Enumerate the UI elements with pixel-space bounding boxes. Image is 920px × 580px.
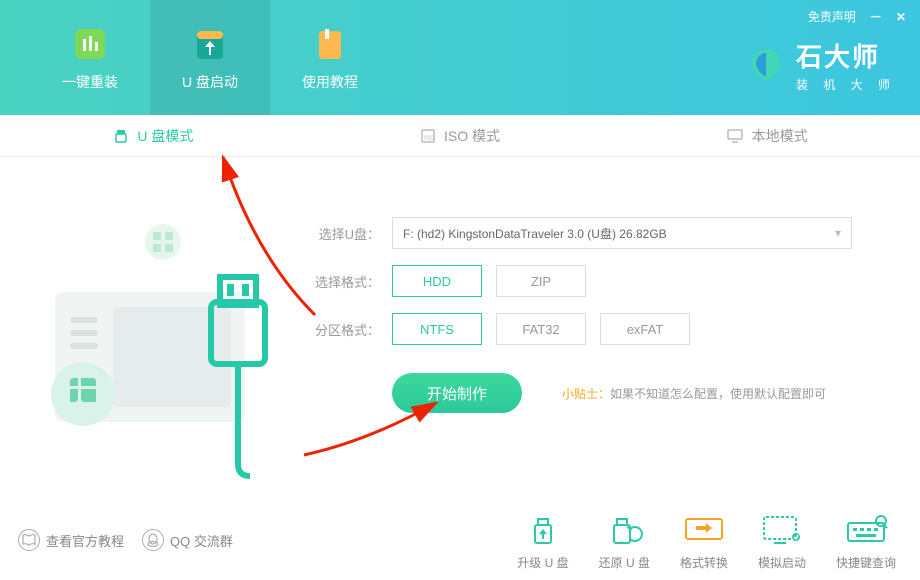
nav-label: U 盘启动: [182, 72, 238, 92]
format-option-hdd[interactable]: HDD: [392, 265, 482, 297]
mode-label: U 盘模式: [137, 126, 193, 146]
simulate-icon: [760, 510, 804, 548]
format-label: 选择格式：: [310, 272, 380, 291]
official-tutorial-link[interactable]: 查看官方教程: [18, 529, 124, 551]
minimize-button[interactable]: －: [870, 8, 882, 25]
mode-tab-usb[interactable]: U 盘模式: [0, 115, 307, 156]
logo-subtitle: 装 机 大 师: [796, 76, 896, 93]
nav-label: 一键重装: [62, 72, 118, 92]
nav-tab-usb-boot[interactable]: U 盘启动: [150, 0, 270, 115]
partition-option-fat32[interactable]: FAT32: [496, 313, 586, 345]
nav-tabs: 一键重装 U 盘启动 使用教程: [0, 0, 390, 115]
nav-label: 使用教程: [302, 72, 358, 92]
logo-title: 石大师: [796, 37, 896, 74]
tool-label: 还原 U 盘: [599, 554, 650, 571]
tool-upgrade-usb[interactable]: 升级 U 盘: [517, 510, 568, 571]
usb-illustration: [15, 182, 300, 482]
partition-label: 分区格式：: [310, 320, 380, 339]
convert-icon: [682, 510, 726, 548]
tool-label: 格式转换: [680, 554, 728, 571]
usb-boot-icon: [190, 24, 230, 64]
window-controls: 免责声明 － ✕: [808, 8, 906, 25]
tutorial-icon: [310, 24, 350, 64]
body-area: 选择U盘： F: (hd2) KingstonDataTraveler 3.0 …: [0, 157, 920, 517]
usb-icon: [113, 128, 129, 144]
disclaimer-link[interactable]: 免责声明: [808, 8, 856, 25]
tool-label: 模拟启动: [758, 554, 806, 571]
tip-label: 小贴士：: [562, 387, 610, 401]
form-area: 选择U盘： F: (hd2) KingstonDataTraveler 3.0 …: [310, 217, 852, 413]
footer: 查看官方教程 QQ 交流群 升级 U 盘 还原 U 盘 格式转换: [0, 500, 920, 580]
reinstall-icon: [70, 24, 110, 64]
svg-text:ISO: ISO: [424, 136, 435, 142]
restore-icon: [602, 510, 646, 548]
tip-text: 小贴士：如果不知道怎么配置，使用默认配置即可: [562, 385, 826, 402]
logo-icon: [746, 45, 786, 85]
qq-icon: [142, 529, 164, 551]
qq-group-link[interactable]: QQ 交流群: [142, 529, 233, 551]
mode-tab-local[interactable]: 本地模式: [613, 115, 920, 156]
disk-label: 选择U盘：: [310, 224, 380, 243]
keyboard-icon: [844, 510, 888, 548]
partition-option-ntfs[interactable]: NTFS: [392, 313, 482, 345]
link-label: QQ 交流群: [170, 531, 233, 550]
book-icon: [18, 529, 40, 551]
logo: 石大师 装 机 大 师: [746, 37, 896, 93]
start-create-button[interactable]: 开始制作: [392, 373, 522, 413]
link-label: 查看官方教程: [46, 531, 124, 550]
tool-label: 升级 U 盘: [517, 554, 568, 571]
format-option-zip[interactable]: ZIP: [496, 265, 586, 297]
header-bar: 一键重装 U 盘启动 使用教程 免责声明 － ✕ 石大师 装 机 大 师: [0, 0, 920, 115]
tool-label: 快捷键查询: [836, 554, 896, 571]
partition-option-exfat[interactable]: exFAT: [600, 313, 690, 345]
tool-simulate-boot[interactable]: 模拟启动: [758, 510, 806, 571]
mode-tab-iso[interactable]: ISO ISO 模式: [307, 115, 614, 156]
tool-hotkey-query[interactable]: 快捷键查询: [836, 510, 896, 571]
chevron-down-icon: ▾: [835, 226, 841, 240]
nav-tab-tutorial[interactable]: 使用教程: [270, 0, 390, 115]
monitor-icon: [726, 128, 744, 144]
iso-icon: ISO: [420, 128, 436, 144]
nav-tab-reinstall[interactable]: 一键重装: [30, 0, 150, 115]
disk-select[interactable]: F: (hd2) KingstonDataTraveler 3.0 (U盘) 2…: [392, 217, 852, 249]
mode-label: ISO 模式: [444, 126, 500, 146]
upgrade-icon: [521, 510, 565, 548]
tool-restore-usb[interactable]: 还原 U 盘: [599, 510, 650, 571]
disk-value: F: (hd2) KingstonDataTraveler 3.0 (U盘) 2…: [403, 225, 667, 242]
mode-label: 本地模式: [752, 126, 808, 146]
close-button[interactable]: ✕: [896, 10, 906, 24]
mode-tabs: U 盘模式 ISO ISO 模式 本地模式: [0, 115, 920, 157]
tool-format-convert[interactable]: 格式转换: [680, 510, 728, 571]
